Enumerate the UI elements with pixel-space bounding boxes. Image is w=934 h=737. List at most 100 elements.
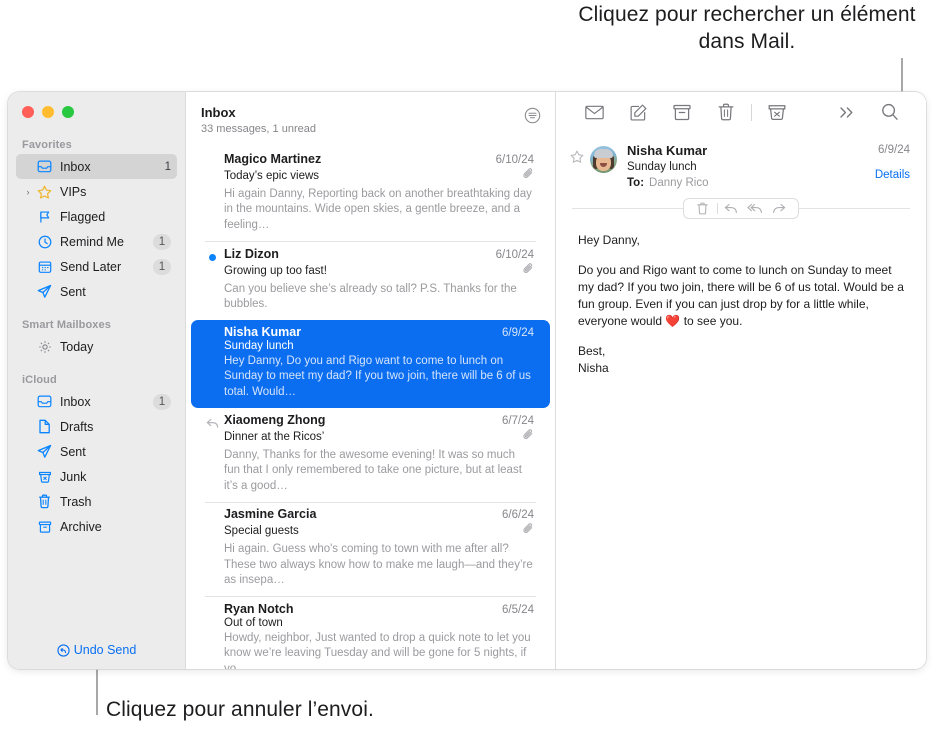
gear-icon [35,340,54,354]
table-row[interactable]: Liz Dizon 6/10/24 Growing up too fast! C… [191,242,550,321]
message-date: 6/10/24 [495,248,534,261]
sidebar-item-remind-me[interactable]: › Remind Me 1 [16,229,177,254]
message-date: 6/6/24 [502,509,534,522]
message-sender: Xiaomeng Zhong [224,412,326,427]
message-signoff: Best, Nisha [578,343,906,377]
reply-icon[interactable] [719,199,743,218]
sidebar-item-junk[interactable]: › Junk [16,464,177,489]
details-link[interactable]: Details [875,169,910,181]
message-body: Hey Danny, Do you and Rigo want to come … [556,218,926,377]
sidebar-item-flagged[interactable]: › Flagged [16,204,177,229]
message-subject: Sunday lunch [627,161,697,173]
callout-undo-send-text: Cliquez pour annuler l’envoi. [106,698,374,721]
message-subject: Growing up too fast! [224,264,327,277]
message-preview: Hi again. Guess who's coming to town wit… [224,543,533,587]
message-date: 6/7/24 [502,414,534,427]
chevron-right-icon[interactable]: › [22,187,34,197]
sidebar-item-archive[interactable]: › Archive [16,514,177,539]
message-header: Nisha Kumar Sunday lunch To: Danny Rico 6… [556,132,926,189]
mailbox-message-count: 33 messages, 1 unread [201,123,316,135]
sidebar-item-vips[interactable]: › VIPs [16,179,177,204]
trash-icon [35,494,54,509]
message-date: 6/5/24 [502,604,534,616]
star-outline-icon[interactable] [570,143,588,189]
table-row[interactable]: Magico Martinez 6/10/24 Today’s epic vie… [191,147,550,241]
sidebar-item-label: Trash [60,494,92,509]
trash-icon[interactable] [691,199,715,218]
minimize-window-button[interactable] [42,106,54,118]
table-row[interactable]: Ryan Notch 6/5/24 Out of town Howdy, nei… [191,597,550,669]
sidebar-item-count: 1 [153,393,171,410]
message-paragraph-tail: to see you. [683,314,743,329]
paperclip-icon [523,262,534,280]
row-status-icon [205,156,219,170]
sidebar-item-label: Inbox [60,394,91,409]
chevron-double-right-icon[interactable] [824,97,868,127]
message-subject: Dinner at the Ricos’ [224,430,325,443]
message-preview: Howdy, neighbor, Just wanted to drop a q… [224,632,531,669]
sidebar-item-count: 1 [164,160,171,173]
paperclip-icon [523,167,534,185]
search-icon[interactable] [868,97,912,127]
compose-icon[interactable] [616,97,660,127]
message-date: 6/9/24 [502,327,534,340]
sidebar-item-send-later[interactable]: › Send Later 1 [16,254,177,279]
sidebar-item-label: Junk [60,469,87,484]
table-row[interactable]: Jasmine Garcia 6/6/24 Special guests Hi … [191,502,550,596]
junk-icon[interactable] [755,97,799,127]
sidebar-item-inbox-icloud[interactable]: › Inbox 1 [16,389,177,414]
sidebar-item-label: Drafts [60,419,94,434]
close-window-button[interactable] [22,106,34,118]
reply-all-icon[interactable] [743,199,767,218]
sidebar-item-label: Inbox [60,159,91,174]
sidebar-item-sent-favorites[interactable]: › Sent [16,279,177,304]
archive-icon[interactable] [660,97,704,127]
disclosure-placeholder: › [22,162,34,172]
trash-icon[interactable] [704,97,748,127]
mailbox-title: Inbox [201,105,236,120]
message-sender: Jasmine Garcia [224,507,317,522]
sidebar-item-label: Remind Me [60,234,124,249]
undo-icon [57,643,70,657]
sidebar-item-sent-icloud[interactable]: › Sent [16,439,177,464]
callout-search-text: Cliquez pour rechercher un élément dans … [578,3,916,53]
sidebar-section-icloud-label: iCloud [22,374,57,386]
inbox-icon [35,395,54,408]
sidebar-item-count: 1 [153,233,171,250]
message-actions-pill [682,197,800,219]
replied-icon [205,417,219,431]
message-sender: Liz Dizon [224,246,279,261]
message-sender: Nisha Kumar [224,325,302,340]
disclosure-placeholder: › [22,422,34,432]
message-subject: Today’s epic views [224,170,320,182]
disclosure-placeholder: › [22,212,34,222]
sidebar-item-label: Flagged [60,209,106,224]
mark-unread-icon[interactable] [572,97,616,127]
forward-icon[interactable] [767,199,791,218]
mail-window: Favorites › Inbox 1 › [8,92,926,669]
disclosure-placeholder: › [22,262,34,272]
toolbar-divider [751,103,752,121]
sidebar-item-label: VIPs [60,184,87,199]
sidebar-item-label: Send Later [60,259,122,274]
actions-divider [716,202,718,214]
filter-icon[interactable] [524,107,541,129]
sidebar-item-trash[interactable]: › Trash [16,489,177,514]
sidebar-item-inbox-favorites[interactable]: › Inbox 1 [16,154,177,179]
disclosure-placeholder: › [22,447,34,457]
table-row-selected[interactable]: Nisha Kumar 6/9/24 Sunday lunch Hey Dann… [191,320,550,408]
message-preview: Hi again Danny, Reporting back on anothe… [224,188,532,231]
disclosure-placeholder: › [22,472,34,482]
avatar [590,146,617,173]
table-row[interactable]: Xiaomeng Zhong 6/7/24 Dinner at the Rico… [191,408,550,502]
reading-pane: Nisha Kumar Sunday lunch To: Danny Rico 6… [556,92,926,669]
maximize-window-button[interactable] [62,106,74,118]
message-list-header: Inbox 33 messages, 1 unread [186,92,555,135]
message-preview: Can you believe she’s already so tall? P… [224,282,517,310]
row-status-icon [205,329,219,343]
sidebar-item-drafts[interactable]: › Drafts [16,414,177,439]
undo-send-label: Undo Send [73,643,137,657]
sidebar-item-today[interactable]: › Today [16,334,177,359]
undo-send-button[interactable]: Undo Send [8,643,185,657]
disclosure-placeholder: › [22,397,34,407]
